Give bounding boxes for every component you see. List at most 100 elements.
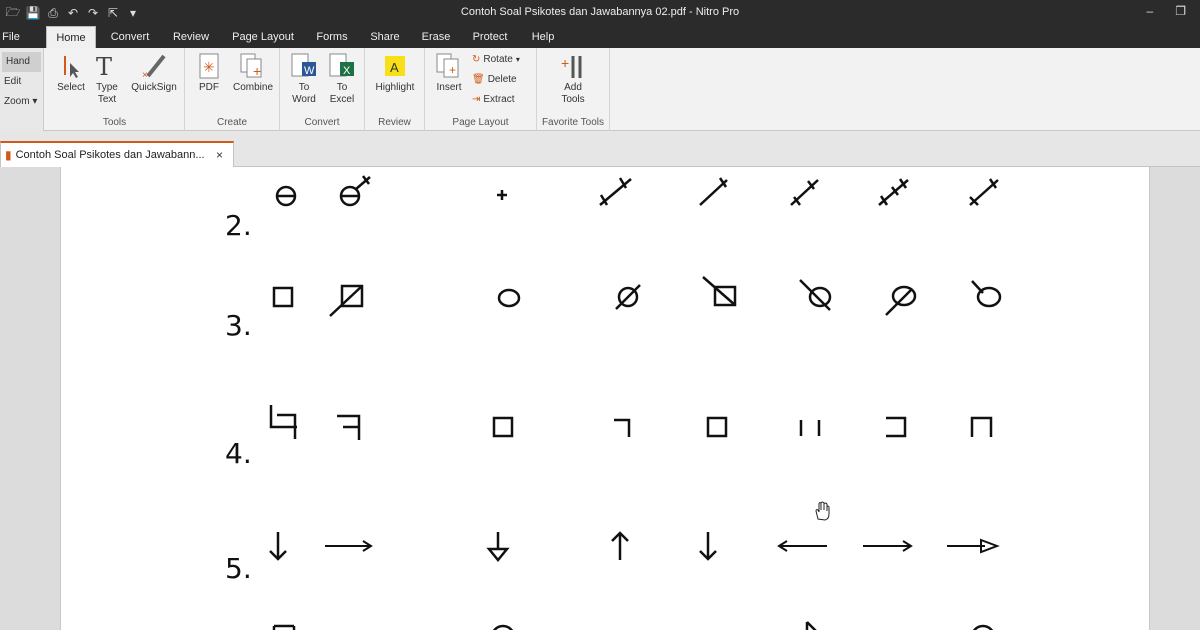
tab-review[interactable]: Review	[166, 26, 216, 48]
mode-hand[interactable]: Hand	[2, 52, 41, 72]
question-number: 2.	[225, 209, 252, 242]
insert-button[interactable]: + Insert	[429, 52, 469, 94]
symbol-circle-short-backslash	[969, 277, 1005, 311]
minimize-icon[interactable]: –	[1147, 4, 1154, 18]
highlight-icon: A	[381, 52, 409, 80]
symbol-arrow-right-open	[945, 537, 1001, 555]
to-excel-button[interactable]: X To Excel	[324, 52, 360, 106]
svg-text:+: +	[253, 63, 261, 79]
menu-file[interactable]: File	[0, 26, 22, 48]
symbol-crossed-line-b	[697, 175, 731, 209]
pdf-create-icon: ✳	[195, 52, 223, 80]
symbol-corner	[612, 417, 632, 439]
tools-group: Select T Type Text × QuickSign Tools	[45, 48, 185, 131]
document-tab[interactable]: ▮ Contoh Soal Psikotes dan Jawabann... ×	[0, 141, 234, 167]
question-number: 5.	[225, 552, 252, 585]
svg-text:+: +	[561, 55, 569, 71]
create-group: ✳ PDF + Combine Create	[185, 48, 280, 131]
select-cursor-icon	[57, 52, 85, 80]
symbol-crossed-line-e	[966, 175, 1002, 209]
title-bar: 🗁 💾 ⎙ ↶ ↷ ⇱ ▾ Contoh Soal Psikotes dan J…	[0, 0, 1200, 26]
extract-icon: ⇥	[472, 94, 481, 105]
window-title: Contoh Soal Psikotes dan Jawabannya 02.p…	[460, 6, 740, 18]
symbol-circle-minus	[271, 181, 301, 211]
symbol-crossed-line-c	[788, 175, 822, 209]
symbol-circle-partial	[489, 623, 517, 630]
symbol-arrow-right	[861, 537, 915, 555]
symbol-arrow-down-open	[485, 529, 511, 563]
symbol-bracket-right	[883, 415, 909, 439]
quicksign-pen-icon: ×	[140, 52, 168, 80]
symbol-arrow-right	[323, 537, 375, 555]
symbol-arrow-down	[697, 529, 719, 563]
tab-erase[interactable]: Erase	[416, 26, 456, 48]
type-text-icon: T	[93, 52, 121, 80]
delete-icon: 🗑	[472, 74, 485, 85]
highlight-button[interactable]: A Highlight	[369, 52, 421, 94]
symbol-crossed-line-a	[597, 175, 635, 209]
mode-edit[interactable]: Edit	[0, 72, 43, 92]
svg-text:T: T	[96, 53, 112, 79]
question-number: 3.	[225, 309, 252, 342]
symbol-arrow-up	[609, 529, 631, 563]
page-layout-group: + Insert ↻ Rotate ▾ 🗑 Delete ⇥ Extract Page …	[425, 48, 537, 131]
symbol-crossed-line-d	[876, 175, 912, 209]
symbol-circle-partial	[969, 623, 997, 630]
delete-button[interactable]: 🗑 Delete	[472, 74, 517, 85]
tab-protect[interactable]: Protect	[466, 26, 514, 48]
svg-text:W: W	[304, 65, 315, 77]
tab-help[interactable]: Help	[524, 26, 562, 48]
tab-convert[interactable]: Convert	[104, 26, 156, 48]
symbol-bracket-e	[335, 413, 363, 443]
to-word-button[interactable]: W To Word	[286, 52, 322, 106]
symbol-double-bar	[795, 417, 825, 439]
question-number: 4.	[225, 437, 252, 470]
svg-text:X: X	[343, 65, 351, 77]
tab-page-layout[interactable]: Page Layout	[228, 26, 298, 48]
combine-button[interactable]: + Combine	[229, 52, 277, 94]
type-text-button[interactable]: T Type Text	[91, 52, 123, 106]
tools-group-label: Tools	[102, 117, 127, 128]
rotate-button[interactable]: ↻ Rotate ▾	[472, 54, 520, 65]
page-layout-group-label: Page Layout	[452, 117, 509, 128]
extract-button[interactable]: ⇥ Extract	[472, 94, 515, 105]
symbol-bracket-down	[969, 415, 995, 439]
svg-text:✳: ✳	[203, 59, 215, 75]
symbol-square-diagonal	[327, 283, 367, 319]
symbol-circle-backslash	[798, 277, 836, 313]
symbol-square	[491, 415, 515, 439]
symbol-circle-long-slash	[882, 279, 920, 317]
add-tools-icon: +	[559, 52, 587, 80]
symbol-circle	[496, 287, 522, 309]
svg-text:A: A	[390, 60, 399, 75]
hand-cursor-icon	[813, 501, 831, 521]
insert-page-icon: +	[435, 52, 463, 80]
combine-icon: +	[239, 52, 267, 80]
document-viewer[interactable]: 2. 3. 4. 5.	[0, 167, 1200, 630]
review-group-label: Review	[378, 117, 411, 128]
favorite-tools-group: + Add Tools Favorite Tools	[537, 48, 610, 131]
symbol-circle-minus-arrow	[336, 173, 376, 211]
select-button[interactable]: Select	[53, 52, 89, 94]
pdf-file-icon: ▮	[5, 148, 12, 162]
document-tab-name: Contoh Soal Psikotes dan Jawabann...	[15, 149, 205, 161]
tab-forms[interactable]: Forms	[310, 26, 354, 48]
convert-group-label: Convert	[304, 117, 340, 128]
mode-zoom[interactable]: Zoom ▾	[0, 92, 43, 112]
tab-home[interactable]: Home	[46, 26, 96, 48]
svg-text:+: +	[449, 63, 456, 77]
close-tab-icon[interactable]: ×	[216, 148, 223, 162]
restore-icon[interactable]: ❐	[1175, 4, 1186, 18]
mode-panel: Hand Edit Zoom ▾	[0, 48, 44, 131]
quicksign-button[interactable]: × QuickSign	[127, 52, 181, 94]
symbol-wedge-partial	[803, 619, 823, 630]
symbol-bracket-hook	[267, 403, 301, 443]
document-tab-bar: ▮ Contoh Soal Psikotes dan Jawabann... ×	[0, 131, 1200, 167]
pdf-button[interactable]: ✳ PDF	[191, 52, 227, 94]
rotate-icon: ↻	[472, 54, 481, 65]
tab-share[interactable]: Share	[364, 26, 406, 48]
add-tools-button[interactable]: + Add Tools	[551, 52, 595, 106]
convert-group: W To Word X To Excel Convert	[280, 48, 365, 131]
symbol-square-partial	[271, 623, 297, 630]
symbol-square	[271, 285, 295, 309]
